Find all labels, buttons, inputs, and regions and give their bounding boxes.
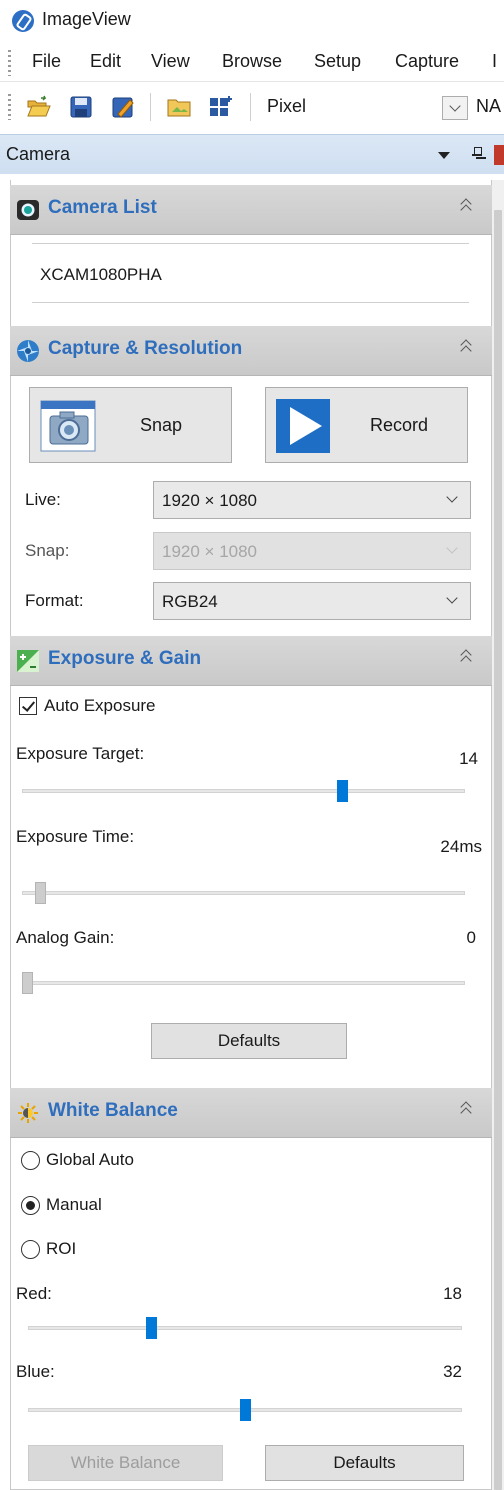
menu-browse[interactable]: Browse (222, 51, 282, 72)
layout-grid-icon[interactable] (208, 95, 234, 119)
global-auto-label[interactable]: Global Auto (46, 1150, 134, 1170)
white-balance-button: White Balance (28, 1445, 223, 1481)
blue-label: Blue: (16, 1362, 55, 1381)
analog-gain-slider-thumb (22, 972, 33, 994)
menu-setup[interactable]: Setup (314, 51, 361, 72)
dock-menu-dropdown-icon[interactable] (438, 152, 450, 159)
image-folder-icon[interactable] (166, 95, 192, 119)
window-title: ImageView (42, 9, 131, 29)
snap-resolution-select: 1920 × 1080 (153, 532, 471, 570)
capture-resolution-header[interactable]: Capture & Resolution (10, 326, 492, 376)
auto-exposure-label[interactable]: Auto Exposure (44, 696, 156, 716)
record-button-label: Record (370, 415, 429, 435)
exposure-time-label: Exposure Time: (16, 827, 135, 846)
blue-slider-thumb[interactable] (240, 1399, 251, 1421)
exposure-target-slider-track[interactable] (22, 789, 465, 793)
open-folder-icon[interactable] (26, 95, 52, 119)
exposure-target-slider-thumb[interactable] (337, 780, 348, 802)
format-value: RGB24 (162, 592, 218, 611)
snap-button-label: Snap (140, 415, 183, 435)
collapse-icon[interactable] (460, 338, 472, 358)
snap-resolution-label: Snap: (25, 541, 70, 560)
divider (32, 302, 469, 303)
white-balance-title: White Balance (48, 1100, 178, 1121)
analog-gain-value: 0 (466, 928, 476, 947)
camera-list-header[interactable]: Camera List (10, 185, 492, 235)
snap-resolution-value: 1920 × 1080 (162, 542, 258, 561)
collapse-icon[interactable] (460, 1100, 472, 1120)
chevron-down-icon (446, 592, 458, 604)
manual-radio[interactable] (21, 1196, 40, 1215)
global-auto-radio[interactable] (21, 1151, 40, 1170)
menu-file[interactable]: File (32, 51, 61, 72)
capture-aperture-icon (16, 339, 40, 363)
exposure-gain-title: Exposure & Gain (48, 648, 202, 669)
auto-exposure-checkbox[interactable] (19, 697, 37, 715)
divider (32, 243, 469, 244)
toolbar-grip-icon[interactable] (8, 94, 11, 120)
live-label: Live: (25, 490, 61, 509)
white-balance-defaults-button[interactable]: Defaults (265, 1445, 464, 1481)
close-icon[interactable] (494, 145, 504, 165)
pin-icon[interactable] (472, 147, 482, 161)
menu-view[interactable]: View (151, 51, 190, 72)
toolbar-separator (150, 93, 151, 121)
exposure-target-label: Exposure Target: (16, 744, 145, 763)
menu-capture[interactable]: Capture (395, 51, 459, 72)
camera-dock-header: Camera (0, 134, 504, 174)
exposure-icon (16, 649, 40, 673)
analog-gain-label: Analog Gain: (16, 928, 115, 947)
collapse-icon[interactable] (460, 648, 472, 668)
manual-label[interactable]: Manual (46, 1195, 102, 1215)
red-slider-track[interactable] (28, 1326, 462, 1330)
menu-grip-icon[interactable] (8, 50, 11, 76)
roi-radio[interactable] (21, 1240, 40, 1259)
toolbar: Pixel NA (0, 83, 504, 131)
snap-button[interactable]: Snap (29, 387, 232, 463)
roi-label[interactable]: ROI (46, 1239, 76, 1259)
exposure-defaults-button[interactable]: Defaults (151, 1023, 347, 1059)
toolbar-separator (250, 93, 251, 121)
red-slider-thumb[interactable] (146, 1317, 157, 1339)
save-icon[interactable] (68, 95, 94, 119)
record-play-icon (276, 399, 330, 453)
unit-label[interactable]: Pixel (267, 96, 306, 117)
camera-device-item[interactable]: XCAM1080PHA (40, 265, 162, 285)
save-as-icon[interactable] (110, 95, 136, 119)
menu-more[interactable]: I (492, 51, 497, 72)
scrollbar-thumb[interactable] (494, 210, 502, 1490)
title-bar: ImageView (0, 0, 504, 42)
live-resolution-select[interactable]: 1920 × 1080 (153, 481, 471, 519)
analog-gain-slider-track[interactable] (22, 981, 465, 985)
chevron-down-icon (446, 542, 458, 554)
app-logo-icon (12, 10, 34, 32)
exposure-time-value: 24ms (440, 837, 482, 856)
live-resolution-value: 1920 × 1080 (162, 491, 258, 510)
red-value: 18 (443, 1284, 462, 1303)
camera-list-title: Camera List (48, 197, 157, 218)
menu-edit[interactable]: Edit (90, 51, 121, 72)
red-label: Red: (16, 1284, 52, 1303)
camera-icon (16, 198, 40, 222)
unit-dropdown-icon[interactable] (442, 96, 468, 120)
snap-camera-icon (40, 400, 96, 452)
white-balance-sun-icon (16, 1101, 40, 1125)
blue-value: 32 (443, 1362, 462, 1381)
dock-title: Camera (6, 144, 71, 164)
exposure-time-slider-track[interactable] (22, 891, 465, 895)
format-label: Format: (25, 591, 84, 610)
white-balance-header[interactable]: White Balance (10, 1088, 492, 1138)
chevron-down-icon (446, 491, 458, 503)
exposure-gain-header[interactable]: Exposure & Gain (10, 636, 492, 686)
menu-bar: File Edit View Browse Setup Capture I (0, 42, 504, 82)
collapse-icon[interactable] (460, 197, 472, 217)
format-select[interactable]: RGB24 (153, 582, 471, 620)
exposure-time-slider-thumb (35, 882, 46, 904)
na-label: NA (476, 96, 502, 116)
exposure-target-value: 14 (459, 749, 478, 768)
capture-resolution-title: Capture & Resolution (48, 338, 243, 359)
record-button[interactable]: Record (265, 387, 468, 463)
